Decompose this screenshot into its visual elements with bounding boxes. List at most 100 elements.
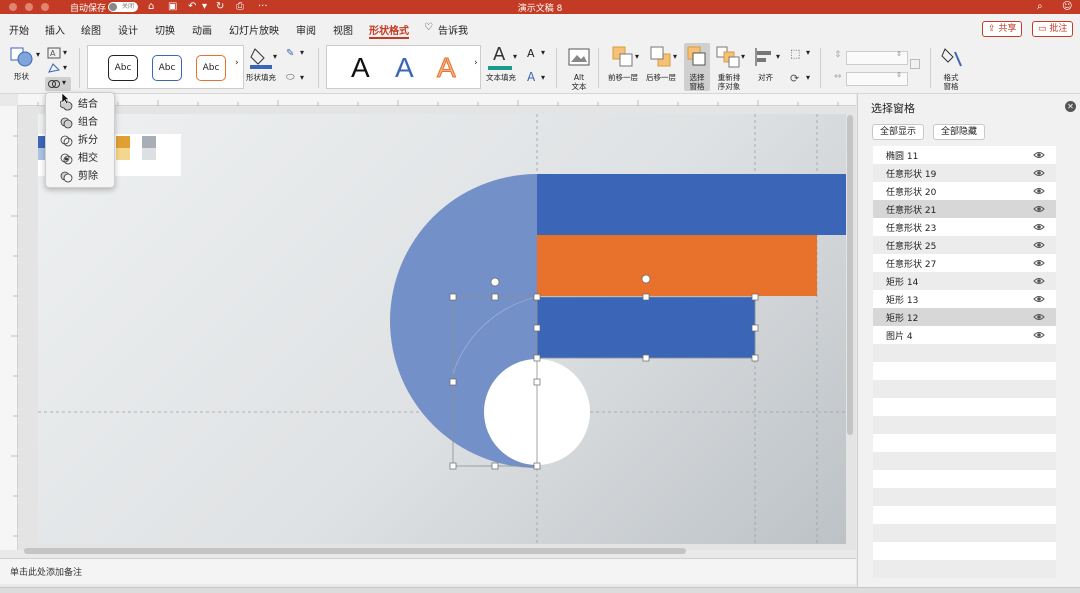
slide[interactable] (38, 114, 846, 544)
chevron-down-icon[interactable]: ▾ (541, 48, 545, 57)
eye-icon[interactable] (1033, 168, 1045, 178)
chevron-down-icon[interactable]: ▾ (806, 48, 810, 57)
stepper-icon[interactable]: ⇳ (896, 50, 902, 58)
text-outline-icon[interactable]: A (527, 47, 535, 60)
stepper-icon[interactable]: ⇳ (896, 71, 902, 79)
chevron-down-icon[interactable]: ▾ (273, 52, 277, 61)
format-pane-icon[interactable] (941, 46, 963, 68)
list-item[interactable]: 图片 4 (873, 326, 1056, 344)
textbox-icon[interactable]: A (47, 47, 61, 59)
comments-button[interactable]: ▭ 批注 (1032, 21, 1074, 37)
eye-icon[interactable] (1033, 294, 1045, 304)
wordart-style-3[interactable]: A (437, 52, 457, 84)
tab-transitions[interactable]: 切换 (155, 22, 175, 37)
freeform-shape[interactable] (537, 174, 846, 235)
rectangle-12[interactable] (537, 297, 755, 358)
list-item[interactable]: 任意形状 23 (873, 218, 1056, 236)
wordart-style-1[interactable]: A (351, 52, 370, 84)
eye-icon[interactable] (1033, 204, 1045, 214)
show-all-button[interactable]: 全部显示 (872, 124, 925, 140)
tab-slideshow[interactable]: 幻灯片放映 (229, 22, 279, 37)
shape-style-3[interactable]: Abc (196, 55, 226, 81)
shapes-icon[interactable] (10, 46, 34, 68)
send-backward-icon[interactable] (650, 46, 672, 68)
tab-review[interactable]: 审阅 (296, 22, 316, 37)
gallery-more-icon[interactable]: › (235, 58, 239, 68)
share-button[interactable]: ⇪ 共享 (982, 21, 1023, 37)
edit-shape-icon[interactable] (47, 62, 61, 74)
reorder-objects-icon[interactable] (716, 46, 740, 68)
chevron-down-icon[interactable]: ▾ (541, 73, 545, 82)
alt-text-icon[interactable] (568, 48, 590, 68)
horizontal-scrollbar[interactable] (24, 548, 686, 554)
chevron-down-icon[interactable]: ▾ (635, 52, 639, 61)
tell-me[interactable]: 告诉我 (438, 22, 468, 37)
menu-item-subtract[interactable]: 剪除 (46, 168, 114, 186)
selection-pane-button[interactable]: 选择窗格 (684, 43, 710, 91)
eye-icon[interactable] (1033, 276, 1045, 286)
eye-icon[interactable] (1033, 312, 1045, 322)
merge-shapes-button[interactable]: ▾ (45, 77, 71, 91)
eye-icon[interactable] (1033, 222, 1045, 232)
wordart-style-2[interactable]: A (395, 52, 414, 84)
rotate-icon[interactable]: ⟳ (790, 72, 799, 85)
chevron-down-icon[interactable]: ▾ (776, 52, 780, 61)
text-effects-icon[interactable]: A (527, 70, 535, 84)
list-item[interactable]: 矩形 12 (873, 308, 1056, 326)
search-icon[interactable]: ⌕ (1037, 1, 1043, 13)
list-item[interactable]: 任意形状 19 (873, 164, 1056, 182)
freeform-shape[interactable] (537, 235, 817, 296)
menu-item-union[interactable]: 结合 (46, 96, 114, 114)
eye-icon[interactable] (1033, 240, 1045, 250)
chevron-down-icon[interactable]: ▾ (63, 48, 67, 57)
chevron-down-icon[interactable]: ▾ (300, 73, 304, 82)
chevron-down-icon[interactable]: ▾ (36, 50, 40, 59)
bring-forward-icon[interactable] (612, 46, 634, 68)
list-item[interactable]: 椭圆 11 (873, 146, 1056, 164)
eye-icon[interactable] (1033, 330, 1045, 340)
align-icon[interactable] (754, 47, 774, 67)
chevron-down-icon[interactable]: ▾ (63, 63, 67, 72)
shape-outline-icon[interactable]: ✎ (286, 48, 294, 59)
notes-area[interactable]: 单击此处添加备注 (0, 558, 856, 584)
list-item[interactable]: 任意形状 20 (873, 182, 1056, 200)
shape-effects-icon[interactable]: ⬭ (286, 72, 295, 83)
list-item[interactable]: 任意形状 25 (873, 236, 1056, 254)
tab-insert[interactable]: 插入 (45, 22, 65, 37)
list-item[interactable]: 任意形状 21 (873, 200, 1056, 218)
paint-bucket-icon[interactable] (250, 46, 272, 70)
slide-canvas[interactable] (18, 106, 856, 550)
chevron-down-icon[interactable]: ▾ (300, 48, 304, 57)
list-item[interactable]: 任意形状 27 (873, 254, 1056, 272)
tab-animations[interactable]: 动画 (192, 22, 212, 37)
account-icon[interactable]: ☺ (1062, 1, 1072, 13)
vertical-scrollbar[interactable] (847, 115, 853, 435)
chevron-down-icon[interactable]: ▾ (806, 73, 810, 82)
eye-icon[interactable] (1033, 186, 1045, 196)
tab-shape-format[interactable]: 形状格式 (369, 22, 409, 39)
notes-placeholder[interactable]: 单击此处添加备注 (10, 565, 82, 578)
shape-style-1[interactable]: Abc (108, 55, 138, 81)
menu-item-combine[interactable]: 组合 (46, 114, 114, 132)
tab-view[interactable]: 视图 (333, 22, 353, 37)
chevron-down-icon[interactable]: ▾ (741, 52, 745, 61)
chevron-down-icon[interactable]: ▾ (513, 52, 517, 61)
menu-item-fragment[interactable]: 拆分 (46, 132, 114, 150)
eye-icon[interactable] (1033, 258, 1045, 268)
tab-design[interactable]: 设计 (118, 22, 138, 37)
tab-draw[interactable]: 绘图 (81, 22, 101, 37)
list-item[interactable]: 矩形 13 (873, 290, 1056, 308)
hide-all-button[interactable]: 全部隐藏 (933, 124, 986, 140)
menu-item-intersect[interactable]: 相交 (46, 150, 114, 168)
list-item[interactable]: 矩形 14 (873, 272, 1056, 290)
chevron-down-icon[interactable]: ▾ (673, 52, 677, 61)
shape-style-2[interactable]: Abc (152, 55, 182, 81)
close-icon[interactable]: ✕ (1065, 101, 1076, 112)
eye-icon[interactable] (1033, 150, 1045, 160)
object-name: 任意形状 21 (886, 206, 937, 216)
tab-home[interactable]: 开始 (9, 22, 29, 37)
group-objects-icon[interactable]: ⬚ (790, 47, 800, 60)
text-fill-button[interactable]: A (488, 44, 512, 70)
gallery-more-icon[interactable]: › (474, 58, 478, 68)
lock-aspect-icon[interactable] (910, 59, 920, 69)
